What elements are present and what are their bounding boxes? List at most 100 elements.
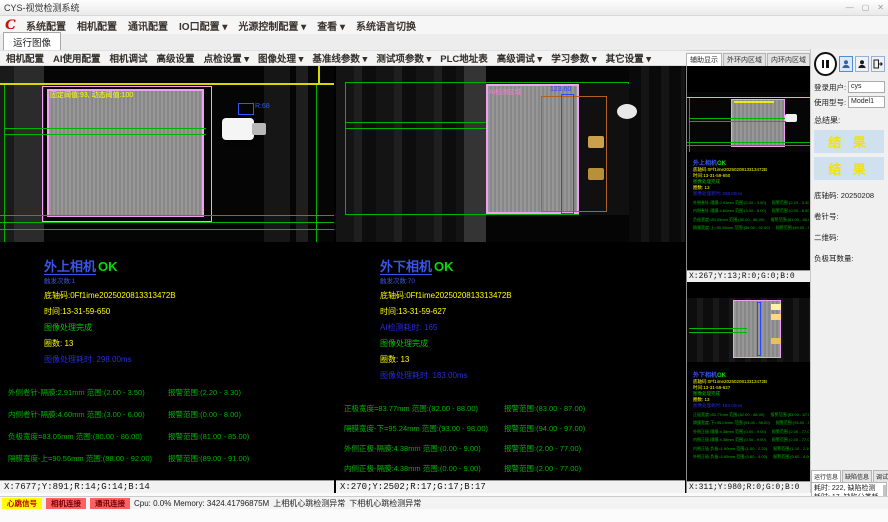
login-user-button[interactable] — [839, 56, 853, 72]
thumbnail-upper-image[interactable] — [687, 92, 811, 152]
pause-button[interactable] — [814, 52, 837, 76]
elapsed-line: 图像处理耗时: 183.00ms — [380, 370, 685, 381]
logout-button[interactable] — [871, 56, 885, 72]
overlay-yellow-line — [318, 66, 320, 83]
barcode-line: 底轴码:0Ff1ime2025020813313472B — [380, 290, 685, 301]
info-tab-defect[interactable]: 缺陷信息 — [842, 470, 872, 482]
ai-region-label: AI检测区域 — [489, 86, 521, 96]
login-user-row: 登录用户: cys — [814, 81, 885, 93]
camera-upper-pixel-readout: X:7677;Y:891;R:14;G:14;B:14 — [0, 480, 334, 493]
measurement-row: 内侧正极-隔膜:4.38mm 范围:(0.00 - 9.00)报警范围:(2.0… — [344, 463, 685, 474]
model-row: 使用型号: Model1 — [814, 96, 885, 108]
tool-baseline-params[interactable]: 基准线参数 ▾ — [312, 51, 367, 65]
tool-camera-debug[interactable]: 相机调试 — [110, 51, 148, 65]
overlay-green-line — [687, 145, 811, 146]
menu-view[interactable]: 查看 ▾ — [317, 18, 345, 33]
roller-pin — [222, 118, 254, 140]
trigger-count: 触发次数:1 — [44, 275, 334, 285]
thumbnail-lower-pixel-readout: X:311;Y:980;R:0;G:0;B:0 — [687, 481, 811, 493]
toolbar: 相机配置 AI使用配置 相机调试 高级设置 点检设置 ▾ 图像处理 ▾ 基准线参… — [0, 50, 686, 66]
threshold-overlay-mini — [734, 101, 774, 103]
model-field[interactable]: Model1 — [848, 96, 885, 108]
menu-system-config[interactable]: 系统配置 — [26, 18, 66, 33]
tool-ai-config[interactable]: AI使用配置 — [53, 51, 101, 65]
thumbnail-lower-image[interactable] — [687, 298, 811, 362]
measurement-row: 隔膜宽度-上=90.56mm 范围:(88.00 - 92.00)报警范围:(8… — [8, 453, 334, 464]
tab-glint — [771, 314, 781, 320]
tool-spotcheck-settings[interactable]: 点检设置 ▾ — [204, 51, 249, 65]
tool-advanced-settings[interactable]: 高级设置 — [157, 51, 195, 65]
camera-upper-image[interactable]: 固定阈值:93, 动态阈值:100 R:68 — [0, 66, 334, 242]
overlay-yellow-line — [687, 97, 811, 98]
statusbar: 心跳信号 相机连接 通讯连接 Cpu: 0.0% Memory: 3424.41… — [0, 496, 888, 509]
exit-door-icon — [873, 59, 883, 69]
overlay-yellow-line — [0, 83, 334, 85]
thumbtab-inner-region[interactable]: 内环内区域 — [767, 53, 810, 66]
process-done-line: 图像处理完成 — [44, 322, 334, 333]
tool-image-processing[interactable]: 图像处理 ▾ — [258, 51, 303, 65]
info-tab-run[interactable]: 运行信息 — [811, 470, 841, 482]
measurement-row: 隔膜宽度-下=95.24mm 范围:(93.00 - 98.00)报警范围:(9… — [344, 423, 685, 434]
menubar: C 系统配置 相机配置 通讯配置 IO口配置 ▾ 光源控制配置 ▾ 查看 ▾ 系… — [0, 16, 888, 34]
overlay-blue-roi — [757, 302, 761, 356]
info-tab-debug[interactable]: 调试信息 — [873, 470, 888, 482]
menu-io-config[interactable]: IO口配置 ▾ — [179, 18, 227, 33]
camera-lower-image[interactable]: AI检测区域 123.60 — [336, 66, 685, 242]
qr-code-field: 二维码: — [814, 232, 885, 243]
camera-upper-panel: 固定阈值:93, 动态阈值:100 R:68 外上相机OK 触发次数:1 底轴码… — [0, 66, 334, 493]
measurement-row: 内侧卷针-隔膜:4.60mm 范围:(3.00 - 6.00)报警范围:(0.0… — [8, 409, 334, 420]
upper-camera-warning: 上相机心跳检测异常 — [273, 498, 345, 509]
window-title: CYS-视觉检测系统 — [4, 1, 80, 14]
roller-pin — [785, 114, 797, 122]
menu-language-switch[interactable]: 系统语言切换 — [356, 18, 416, 33]
camera-lower-title: 外下相机OK — [380, 256, 685, 275]
ai-elapsed-line: AI检测耗时: 165 — [380, 322, 685, 333]
overlay-green-line — [345, 122, 486, 123]
tool-other-settings[interactable]: 其它设置 ▾ — [606, 51, 651, 65]
thumbnail-lower-results: 外下相机OK 底轴码:0Ff1ime2025020813313472B 时间:1… — [693, 370, 809, 460]
info-tabs: 运行信息 缺陷信息 调试信息 — [811, 470, 887, 482]
thumbtab-aux-display[interactable]: 辅助显示 — [686, 53, 722, 66]
camera-upper-title: 外上相机OK — [44, 256, 334, 275]
tool-camera-config[interactable]: 相机配置 — [6, 51, 44, 65]
trigger-count: 触发次数:70 — [380, 275, 685, 285]
result-box-upper: 结 果 — [814, 130, 884, 153]
result-box-lower: 结 果 — [814, 157, 884, 180]
status-ok: OK — [98, 259, 118, 274]
minimize-button[interactable]: — — [846, 3, 854, 12]
measurement-list: 正极宽度=83.77mm 范围:(82.00 - 88.00)报警范围:(83.… — [336, 403, 685, 480]
camera-lower-pixel-readout: X:270;Y:2502;R:17;G:17;B:17 — [336, 480, 685, 493]
overlay-green-line — [345, 128, 486, 129]
value-overlay-text: 123.60 — [550, 86, 571, 93]
measurement-list: 外侧卷针-隔膜:2.91mm 范围:(2.00 - 3.50)报警范围:(2.2… — [0, 387, 334, 464]
menu-comm-config[interactable]: 通讯配置 — [128, 18, 168, 33]
overlay-blue-box — [238, 103, 254, 115]
maximize-button[interactable]: ▢ — [862, 3, 870, 12]
user-manage-button[interactable] — [855, 56, 869, 72]
overlay-green-line — [0, 229, 334, 230]
close-button[interactable]: ✕ — [877, 3, 884, 12]
menu-camera-config[interactable]: 相机配置 — [77, 18, 117, 33]
tool-plc-address[interactable]: PLC地址表 — [440, 51, 488, 65]
negative-tab-count-field: 负极耳数量: — [814, 253, 885, 264]
sidebar: 登录用户: cys 使用型号: Model1 总结果: 结 果 结 果 底轴码:… — [810, 49, 888, 493]
thumbtab-outer-region[interactable]: 外环内区域 — [723, 53, 766, 66]
menu-light-config[interactable]: 光源控制配置 ▾ — [238, 18, 306, 33]
tool-learn-params[interactable]: 学习参数 ▾ — [551, 51, 596, 65]
elapsed-line: 图像处理耗时: 298.00ms — [44, 354, 334, 365]
tool-advanced-debug[interactable]: 高级调试 ▾ — [497, 51, 542, 65]
login-user-field[interactable]: cys — [848, 81, 885, 93]
heartbeat-badge: 心跳信号 — [2, 498, 42, 509]
tool-test-params[interactable]: 测试项参数 ▾ — [376, 51, 431, 65]
camera-connect-badge: 相机连接 — [46, 498, 86, 509]
thumbnail-upper-results: 外上相机OK 底轴码:0Ff1ime2025020813313472B 时间:1… — [693, 158, 809, 231]
login-user-label: 登录用户: — [814, 82, 848, 93]
lower-camera-warning: 下相机心跳检测异常 — [349, 498, 421, 509]
tab-glint — [771, 338, 781, 344]
tab-run-image[interactable]: 运行图像 — [3, 32, 61, 50]
overlay-green-line — [4, 134, 206, 135]
thumbnail-column: 外上相机OK 底轴码:0Ff1ime2025020813313472B 时间:1… — [686, 66, 810, 493]
app-logo-icon: C — [5, 18, 15, 33]
barcode-line: 底轴码:0Ff1ime2025020813313472B — [44, 290, 334, 301]
overlay-green-line — [4, 85, 5, 242]
